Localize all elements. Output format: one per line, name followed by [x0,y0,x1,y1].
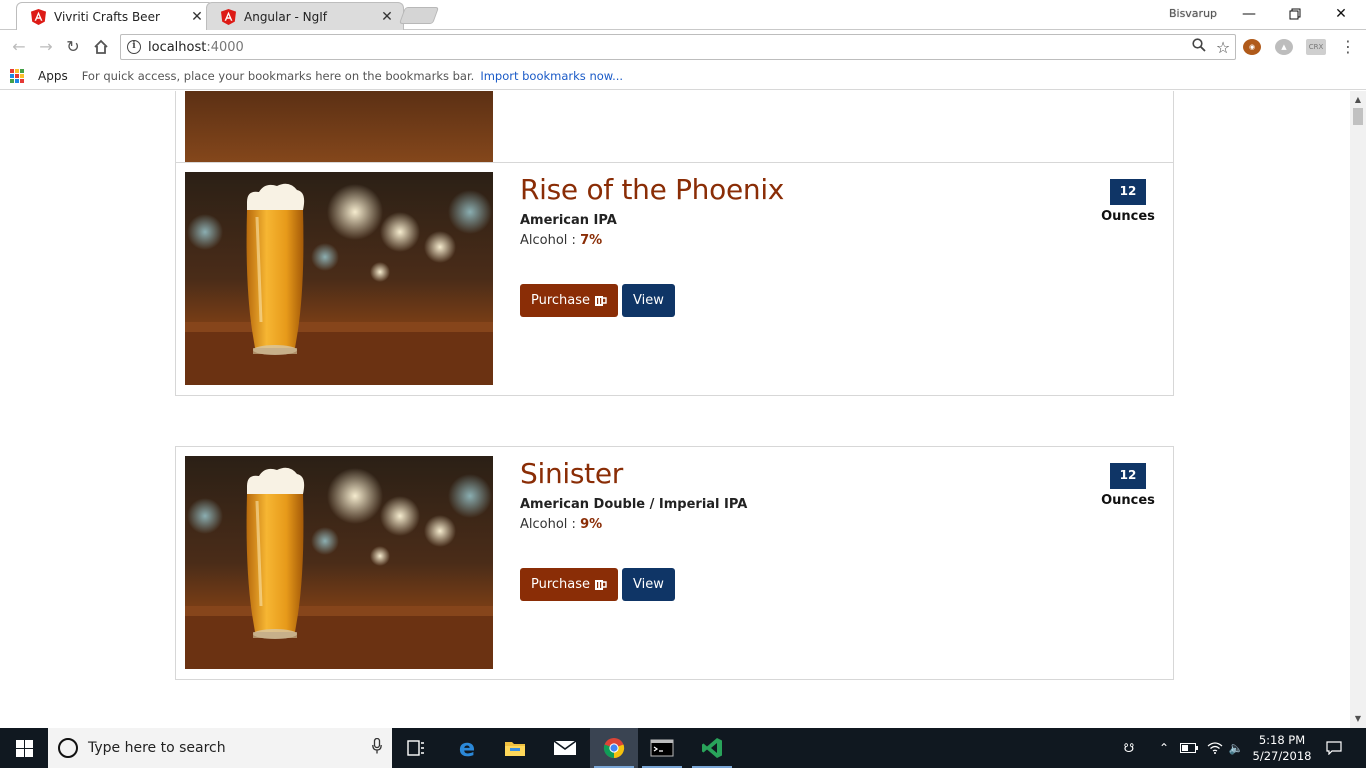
close-tab-icon[interactable]: ✕ [379,9,395,25]
apps-grid-icon[interactable] [10,69,24,83]
beer-mug-icon [595,579,607,590]
browser-toolbar: ← → ↻ i localhost:4000 ☆ ◉ ▲ CRX ⋮ [0,31,1366,63]
scroll-up-arrow-icon[interactable]: ▲ [1350,95,1366,104]
view-button[interactable]: View [622,568,675,601]
beer-name[interactable]: Rise of the Phoenix [520,173,784,206]
windows-taskbar: Type here to search e ☋ ⌃ 🔈 5:18 PM 5/27… [0,728,1366,768]
beer-photo [185,91,493,173]
info-icon[interactable]: i [127,40,141,54]
clock-date: 5/27/2018 [1252,749,1312,763]
beer-style: American IPA [520,213,617,228]
page-scrollbar[interactable]: ▲ ▼ [1350,91,1366,728]
search-placeholder: Type here to search [88,740,226,756]
scroll-down-arrow-icon[interactable]: ▼ [1350,714,1366,723]
beer-glass-photo [185,456,493,669]
beer-actions: Purchase View [520,568,675,601]
minimize-icon[interactable]: — [1226,2,1272,26]
new-tab-button[interactable] [398,7,440,24]
taskbar-clock[interactable]: 5:18 PM 5/27/2018 [1250,732,1314,764]
beer-alcohol: Alcohol : 7% [520,233,784,248]
close-tab-icon[interactable]: ✕ [189,9,205,25]
page-viewport: Rise of the Phoenix American IPA Alcohol… [0,91,1350,728]
angular-icon [221,8,236,25]
ounces-label: Ounces [1101,493,1155,508]
drive-extension-icon[interactable]: ▲ [1275,39,1293,55]
purchase-button[interactable]: Purchase [520,568,619,601]
extension-icon[interactable]: ◉ [1243,39,1261,55]
microphone-icon[interactable] [362,737,392,758]
angular-icon [31,8,46,25]
browser-tab-strip: Vivriti Crafts Beer ✕ Angular - NgIf ✕ B… [0,0,1366,30]
beer-info: Sinister American Double / Imperial IPA … [520,457,747,532]
tab-title: Vivriti Crafts Beer [54,9,160,24]
alcohol-value: 7% [580,233,603,248]
import-bookmarks-link[interactable]: Import bookmarks now... [480,69,623,83]
beer-photo [185,456,493,669]
taskbar-search[interactable]: Type here to search [48,728,392,768]
restore-icon[interactable] [1272,2,1318,26]
chrome-menu-icon[interactable]: ⋮ [1340,37,1356,56]
apps-link[interactable]: Apps [38,69,68,83]
reload-icon[interactable]: ↻ [62,37,84,57]
scrollbar-thumb[interactable] [1353,108,1363,125]
beer-card: Rise of the Phoenix American IPA Alcohol… [175,162,1174,396]
people-icon[interactable]: ☋ [1118,728,1140,768]
alcohol-label: Alcohol : [520,517,581,532]
mail-icon[interactable] [541,728,589,768]
beer-glass-photo [185,172,493,385]
task-view-icon[interactable] [392,728,440,768]
back-arrow-icon[interactable]: ← [8,37,30,57]
cortana-icon [58,738,78,758]
tab-title: Angular - NgIf [244,9,327,24]
clock-time: 5:18 PM [1258,733,1306,747]
beer-photo [185,172,493,385]
address-bar[interactable]: i localhost:4000 ☆ [120,34,1236,60]
address-url[interactable]: localhost:4000 [148,40,1187,55]
beer-actions: Purchase View [520,284,675,317]
beer-mug-icon [595,295,607,306]
bookmarks-hint: For quick access, place your bookmarks h… [81,69,475,83]
beer-info: Rise of the Phoenix American IPA Alcohol… [520,173,784,248]
windows-start-icon[interactable] [0,728,48,768]
purchase-label: Purchase [531,293,591,308]
crx-extension-icon[interactable]: CRX [1306,39,1326,55]
terminal-icon[interactable] [638,728,686,768]
ounces-badge: 12 Ounces [1068,179,1188,224]
action-center-icon[interactable] [1320,728,1348,768]
purchase-label: Purchase [531,577,591,592]
home-icon[interactable] [90,37,112,57]
visual-studio-code-icon[interactable] [688,728,736,768]
beer-style: American Double / Imperial IPA [520,497,748,512]
forward-arrow-icon[interactable]: → [35,37,57,57]
file-explorer-icon[interactable] [491,728,539,768]
ounces-value: 12 [1110,179,1146,205]
zoom-search-icon[interactable] [1187,38,1211,56]
bookmarks-bar: Apps For quick access, place your bookma… [0,63,1366,90]
alcohol-value: 9% [580,517,603,532]
bookmark-star-icon[interactable]: ☆ [1211,38,1235,57]
chrome-taskbar-icon[interactable] [590,728,638,768]
beer-name[interactable]: Sinister [520,457,747,490]
tab-angular-ngif[interactable]: Angular - NgIf ✕ [206,2,404,30]
purchase-button[interactable]: Purchase [520,284,619,317]
alcohol-label: Alcohol : [520,233,581,248]
view-button[interactable]: View [622,284,675,317]
chevron-up-icon[interactable]: ⌃ [1154,728,1174,768]
volume-muted-icon[interactable]: 🔈 [1226,728,1246,768]
ounces-badge: 12 Ounces [1068,463,1188,508]
wifi-icon[interactable] [1204,728,1226,768]
ounces-value: 12 [1110,463,1146,489]
tab-vivriti-crafts-beer[interactable]: Vivriti Crafts Beer ✕ [16,2,214,30]
close-window-icon[interactable]: ✕ [1318,2,1364,26]
beer-alcohol: Alcohol : 9% [520,517,747,532]
battery-icon[interactable] [1178,728,1200,768]
edge-browser-icon[interactable]: e [443,728,491,768]
beer-card: Sinister American Double / Imperial IPA … [175,446,1174,680]
ounces-label: Ounces [1101,209,1155,224]
profile-name[interactable]: Bisvarup [1150,7,1236,20]
